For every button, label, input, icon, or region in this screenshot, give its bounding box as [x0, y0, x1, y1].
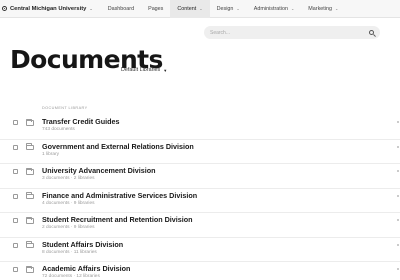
- item-title[interactable]: Finance and Administrative Services Divi…: [42, 191, 197, 200]
- library-selector[interactable]: Default Libraries ▼: [121, 67, 167, 73]
- row-menu-icon[interactable]: [397, 243, 399, 246]
- row-checkbox[interactable]: [13, 169, 18, 174]
- item-subtitle: 1 library: [42, 151, 60, 157]
- folder-icon: [26, 118, 34, 126]
- folder-icon: [26, 265, 34, 273]
- document-list: Transfer Credit Guides 743 documents Gov…: [0, 115, 400, 280]
- nav-label: Administration: [253, 5, 288, 12]
- list-item[interactable]: Academic Affairs Division 72 documents ·…: [0, 262, 400, 280]
- nav-label: Dashboard: [107, 5, 135, 12]
- row-menu-icon[interactable]: [397, 219, 399, 221]
- row-checkbox[interactable]: [13, 120, 18, 125]
- nav-design[interactable]: Design ⌄: [210, 0, 247, 18]
- chevron-down-icon: ⌄: [89, 6, 93, 11]
- nav-label: Design: [216, 5, 234, 12]
- section-label: DOCUMENT LIBRARY: [42, 106, 88, 110]
- row-menu-icon[interactable]: [397, 170, 399, 172]
- chevron-down-icon: ⌄: [334, 6, 339, 11]
- chevron-down-icon: ⌄: [236, 6, 240, 11]
- row-checkbox[interactable]: [13, 218, 18, 223]
- item-title[interactable]: Government and External Relations Divisi…: [42, 142, 194, 151]
- search-input[interactable]: Search...: [204, 26, 380, 39]
- row-menu-icon[interactable]: [397, 194, 399, 197]
- item-subtitle: 3 documents · 2 libraries: [42, 176, 95, 181]
- item-title[interactable]: Academic Affairs Division: [42, 264, 130, 273]
- list-item[interactable]: Finance and Administrative Services Divi…: [0, 189, 400, 213]
- row-menu-icon[interactable]: [397, 121, 399, 123]
- row-menu-icon[interactable]: [397, 268, 399, 270]
- item-subtitle: 8 documents · 11 libraries: [42, 249, 97, 255]
- item-title[interactable]: Student Recruitment and Retention Divisi…: [42, 215, 193, 224]
- search-icon[interactable]: [369, 30, 374, 35]
- search-placeholder: Search...: [210, 29, 231, 36]
- folder-icon: [26, 167, 34, 175]
- row-checkbox[interactable]: [13, 144, 18, 150]
- nav-pages[interactable]: Pages: [141, 0, 170, 18]
- nav-content[interactable]: Content ⌄: [170, 0, 210, 18]
- row-checkbox[interactable]: [13, 193, 18, 199]
- item-subtitle: 4 documents · 9 libraries: [42, 200, 95, 206]
- folder-icon: [26, 143, 34, 150]
- item-subtitle: 72 documents · 12 libraries: [42, 274, 100, 279]
- chevron-down-icon: ⌄: [199, 6, 203, 11]
- item-subtitle: 743 documents: [42, 127, 75, 132]
- folder-icon: [26, 241, 34, 248]
- item-subtitle: 2 documents · 9 libraries: [42, 225, 95, 230]
- row-checkbox[interactable]: [13, 242, 18, 248]
- list-item[interactable]: Student Recruitment and Retention Divisi…: [0, 213, 400, 238]
- folder-icon: [26, 216, 34, 224]
- list-item[interactable]: Transfer Credit Guides 743 documents: [0, 115, 400, 140]
- nav-label: Pages: [148, 5, 164, 12]
- site-switcher[interactable]: Central Michigan University ⌄: [0, 0, 101, 18]
- item-title[interactable]: Student Affairs Division: [42, 240, 123, 249]
- nav-marketing[interactable]: Marketing ⌄: [301, 0, 345, 18]
- row-menu-icon[interactable]: [397, 145, 399, 148]
- nav-dashboard[interactable]: Dashboard: [101, 0, 141, 18]
- nav-administration[interactable]: Administration ⌄: [247, 0, 302, 18]
- top-navigation-bar: Central Michigan University ⌄ Dashboard …: [0, 0, 400, 18]
- library-selector-label: Default Libraries: [121, 67, 161, 73]
- caret-down-icon: ▼: [163, 67, 168, 73]
- list-item[interactable]: University Advancement Division 3 docume…: [0, 164, 400, 189]
- item-title[interactable]: Transfer Credit Guides: [42, 117, 120, 126]
- chevron-down-icon: ⌄: [290, 6, 295, 11]
- row-checkbox[interactable]: [13, 267, 18, 272]
- folder-icon: [26, 192, 34, 199]
- site-logo-icon: [2, 6, 7, 11]
- list-item[interactable]: Government and External Relations Divisi…: [0, 140, 400, 164]
- list-item[interactable]: Student Affairs Division 8 documents · 1…: [0, 238, 400, 262]
- nav-label: Content: [177, 5, 197, 12]
- site-name: Central Michigan University: [10, 5, 87, 12]
- item-title[interactable]: University Advancement Division: [42, 166, 156, 175]
- nav-label: Marketing: [308, 5, 332, 12]
